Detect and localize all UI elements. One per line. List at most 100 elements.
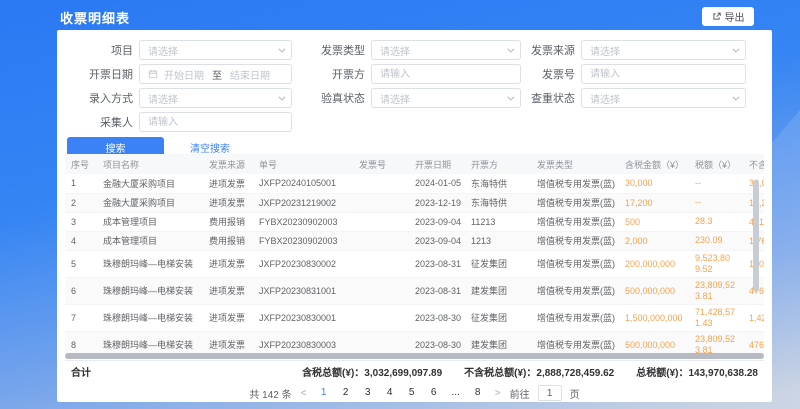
calendar-icon	[148, 69, 158, 79]
cell-invoice-no	[353, 304, 409, 331]
cell-project: 成本管理项目	[97, 212, 203, 231]
page-button[interactable]: 1	[316, 385, 332, 401]
invoice-no-input[interactable]	[581, 64, 746, 84]
invoice-date-range[interactable]: 开始日期 至 结束日期	[139, 64, 292, 84]
cell-source: 费用报销	[203, 231, 253, 250]
chevron-down-icon	[732, 45, 739, 52]
cell-order-no: FYBX20230902003	[253, 212, 353, 231]
cell-issuer: 征发集团	[465, 304, 531, 331]
vertical-scrollbar[interactable]	[753, 180, 759, 292]
col-order-no: 单号	[253, 154, 353, 174]
cell-amount: 200,000,000	[619, 250, 689, 277]
cell-tax: --	[689, 193, 743, 212]
page-button[interactable]: 2	[338, 385, 354, 401]
page-button[interactable]: 6	[426, 385, 442, 401]
cell-source: 进项发票	[203, 250, 253, 277]
horizontal-scrollbar[interactable]	[65, 353, 764, 359]
cell-order-no: JXFP20231219002	[253, 193, 353, 212]
page-button[interactable]: 4	[382, 385, 398, 401]
table-header-row: 序号 项目名称 发票来源 单号 发票号 开票日期 开票方 发票类型 含税金额（¥…	[65, 154, 764, 174]
filter-form: 项目 请选择 发票类型 请选择 发票来源 请选择 开票日期	[57, 30, 772, 132]
cell-no: 6	[65, 277, 97, 304]
clear-search-link[interactable]: 清空搜索	[190, 140, 230, 155]
col-date: 开票日期	[409, 154, 465, 174]
cell-no: 1	[65, 174, 97, 193]
table-row: 3 成本管理项目 费用报销 FYBX20230902003 2023-09-04…	[65, 212, 764, 231]
cell-order-no: JXFP20240105001	[253, 174, 353, 193]
cell-type: 增值税专用发票(蓝)	[531, 277, 619, 304]
content-panel: 项目 请选择 发票类型 请选择 发票来源 请选择 开票日期	[57, 30, 772, 402]
col-no: 序号	[65, 154, 97, 174]
cell-issuer: 东海特供	[465, 174, 531, 193]
page-button[interactable]: 8	[470, 385, 486, 401]
cell-project: 金融大厦采购项目	[97, 193, 203, 212]
next-page-icon[interactable]: >	[492, 388, 504, 399]
cell-invoice-no	[353, 250, 409, 277]
goto-label: 前往	[510, 386, 530, 401]
col-amount: 含税金额（¥）	[619, 154, 689, 174]
chevron-down-icon	[732, 93, 739, 100]
cell-amount: 500,000,000	[619, 277, 689, 304]
goto-page-input[interactable]	[538, 385, 562, 401]
collector-input[interactable]	[139, 112, 292, 132]
dup-status-placeholder: 请选择	[590, 91, 620, 106]
project-label: 项目	[67, 42, 133, 58]
cell-tax: 28.3	[689, 212, 743, 231]
ellipsis-pages[interactable]: ...	[448, 385, 464, 401]
entry-method-select[interactable]: 请选择	[139, 88, 292, 108]
cell-date: 2023-08-31	[409, 277, 465, 304]
cell-type: 增值税专用发票(蓝)	[531, 212, 619, 231]
pagination-total: 共 142 条	[249, 386, 291, 401]
cell-source: 进项发票	[203, 174, 253, 193]
cell-tax: 9,523,809.52	[689, 250, 743, 277]
export-button[interactable]: 导出	[702, 7, 754, 26]
cell-project: 金融大厦采购项目	[97, 174, 203, 193]
chevron-down-icon	[507, 93, 514, 100]
project-select[interactable]: 请选择	[139, 40, 292, 60]
entry-method-label: 录入方式	[67, 90, 133, 106]
invoice-type-label: 发票类型	[298, 42, 365, 58]
cell-no: 2	[65, 193, 97, 212]
invoice-source-select[interactable]: 请选择	[581, 40, 746, 60]
cell-issuer: 东海特供	[465, 193, 531, 212]
cell-no: 7	[65, 304, 97, 331]
export-icon	[712, 12, 721, 21]
cell-project: 珠穆朗玛峰—电梯安装	[97, 250, 203, 277]
table-row: 5 珠穆朗玛峰—电梯安装 进项发票 JXFP20230830002 2023-0…	[65, 250, 764, 277]
filter-row: 项目 请选择 发票类型 请选择 发票来源 请选择	[67, 40, 772, 60]
cell-type: 增值税专用发票(蓝)	[531, 250, 619, 277]
cell-issuer: 1213	[465, 231, 531, 250]
page-button[interactable]: 5	[404, 385, 420, 401]
page-background: 收票明细表 导出 项目 请选择 发票类型 请选择 发票来源	[0, 0, 800, 409]
col-project: 项目名称	[97, 154, 203, 174]
cell-issuer: 建发集团	[465, 277, 531, 304]
cell-date: 2023-12-19	[409, 193, 465, 212]
cell-type: 增值税专用发票(蓝)	[531, 304, 619, 331]
cell-project: 成本管理项目	[97, 231, 203, 250]
table-row: 4 成本管理项目 费用报销 FYBX20230902003 2023-09-04…	[65, 231, 764, 250]
cell-tax: --	[689, 174, 743, 193]
verify-status-select[interactable]: 请选择	[371, 88, 521, 108]
cell-order-no: JXFP20230831001	[253, 277, 353, 304]
cell-date: 2023-09-04	[409, 231, 465, 250]
prev-page-icon[interactable]: <	[298, 388, 310, 399]
cell-invoice-no	[353, 277, 409, 304]
invoice-source-placeholder: 请选择	[590, 43, 620, 58]
table-row: 6 珠穆朗玛峰—电梯安装 进项发票 JXFP20230831001 2023-0…	[65, 277, 764, 304]
chevron-down-icon	[507, 45, 514, 52]
cell-invoice-no	[353, 212, 409, 231]
summary-total-label: 合计	[71, 364, 91, 379]
invoice-source-label: 发票来源	[527, 42, 575, 58]
issuer-input[interactable]	[371, 64, 521, 84]
cell-source: 进项发票	[203, 304, 253, 331]
invoice-type-select[interactable]: 请选择	[371, 40, 521, 60]
filter-row: 录入方式 请选择 验真状态 请选择 查重状态 请选择	[67, 88, 772, 108]
cell-source: 费用报销	[203, 212, 253, 231]
col-invoice-no: 发票号	[353, 154, 409, 174]
filter-row: 开票日期 开始日期 至 结束日期 开票方 发票号	[67, 64, 772, 84]
dup-status-select[interactable]: 请选择	[581, 88, 746, 108]
cell-project: 珠穆朗玛峰—电梯安装	[97, 277, 203, 304]
cell-no: 5	[65, 250, 97, 277]
cell-amount: 1,500,000,000	[619, 304, 689, 331]
page-button[interactable]: 3	[360, 385, 376, 401]
